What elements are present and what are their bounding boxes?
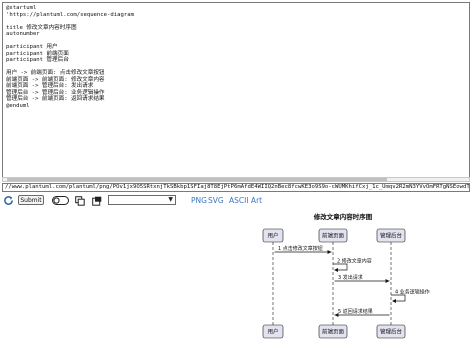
participant-label: 管理后台 xyxy=(380,328,403,336)
message-label: 4 业务逻辑操作 xyxy=(395,289,430,296)
sequence-diagram-canvas: 修改文章内容时序图用户用户前端页面前端页面管理后台管理后台1 点击修改文章按钮2… xyxy=(262,212,430,339)
diagram-title: 修改文章内容时序图 xyxy=(313,212,373,221)
scrollbar-thumb[interactable] xyxy=(7,178,387,181)
copy-icon[interactable] xyxy=(74,194,85,207)
output-select[interactable]: ▼ xyxy=(108,195,176,205)
png-link[interactable]: PNG xyxy=(191,194,207,207)
message-label: 1 点击修改文章按钮 xyxy=(278,245,323,252)
participant-label: 前端页面 xyxy=(322,232,345,240)
arrowhead xyxy=(385,279,390,283)
message-label: 5 返回请求结果 xyxy=(338,308,373,315)
participant-label: 用户 xyxy=(267,328,278,336)
participant-label: 用户 xyxy=(267,232,278,240)
arrowhead xyxy=(334,268,338,272)
submit-button[interactable]: Submit xyxy=(18,195,44,205)
self-message-arrow xyxy=(391,294,406,302)
ascii-art-link[interactable]: ASCII Art xyxy=(229,194,262,207)
participant-label: 管理后台 xyxy=(380,232,403,240)
chevron-down-icon: ▼ xyxy=(168,196,173,203)
editor-horizontal-scrollbar[interactable] xyxy=(2,177,470,182)
arrowhead xyxy=(392,299,396,303)
message-label: 3 发出请求 xyxy=(338,274,363,281)
editor-line: @enduml xyxy=(6,102,30,109)
self-message-arrow xyxy=(333,263,348,271)
svg-link[interactable]: SVG xyxy=(208,194,224,207)
sequence-diagram: 修改文章内容时序图 用户 用户 前端页面 前端页面 管理后台 管理后台 1 点击修改文章按钮 2… xyxy=(0,207,474,353)
toggle-switch-icon[interactable] xyxy=(51,194,69,207)
toolbar: Submit ▼ PNG SVG ASCII Art xyxy=(0,194,474,207)
diagram-url-field[interactable]: //www.plantuml.com/plantuml/png/POv1jx9O… xyxy=(2,183,470,192)
refresh-icon[interactable] xyxy=(2,194,15,207)
share-window-icon[interactable] xyxy=(91,194,102,207)
participant-label: 前端页面 xyxy=(322,328,345,336)
message-label: 2 修改文章内容 xyxy=(337,258,372,265)
uml-source-editor[interactable]: @startuml'https://plantuml.com/sequence-… xyxy=(2,2,470,178)
arrowhead xyxy=(327,250,332,254)
